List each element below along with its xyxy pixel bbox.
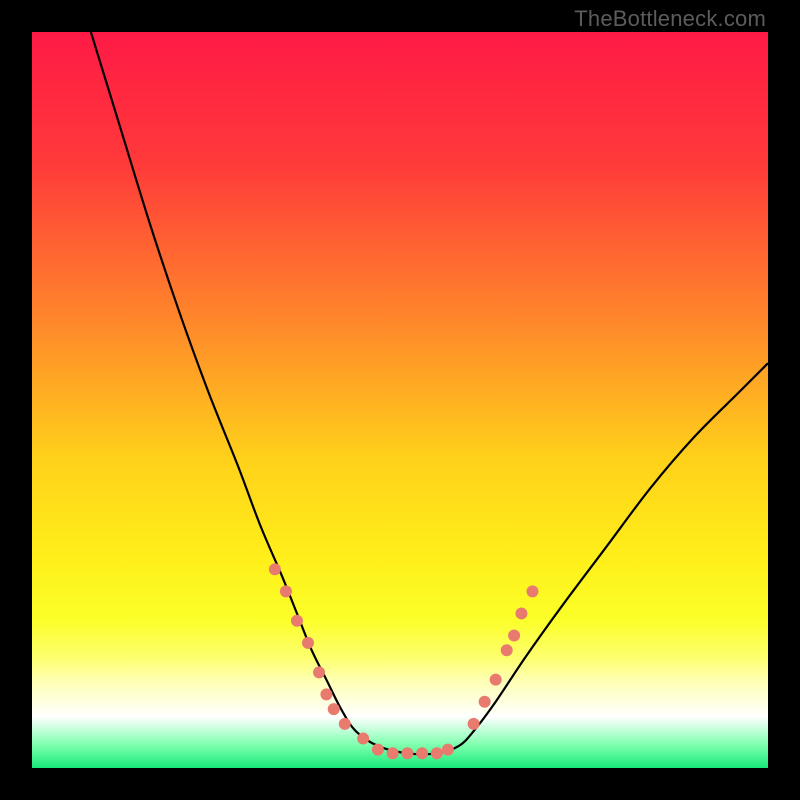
marker-dot xyxy=(401,747,413,759)
marker-dot xyxy=(387,747,399,759)
chart-frame xyxy=(32,32,768,768)
marker-dot xyxy=(526,585,538,597)
plot-area xyxy=(32,32,768,768)
marker-dot xyxy=(357,733,369,745)
marker-dot xyxy=(501,644,513,656)
watermark-text: TheBottleneck.com xyxy=(574,6,766,32)
marker-dot xyxy=(431,747,443,759)
marker-dot xyxy=(442,744,454,756)
marker-dot xyxy=(269,563,281,575)
gradient-background xyxy=(32,32,768,768)
marker-dot xyxy=(508,630,520,642)
marker-dot xyxy=(490,674,502,686)
marker-dot xyxy=(416,747,428,759)
marker-dot xyxy=(328,703,340,715)
marker-dot xyxy=(339,718,351,730)
marker-dot xyxy=(479,696,491,708)
marker-dot xyxy=(372,744,384,756)
marker-dot xyxy=(302,637,314,649)
marker-dot xyxy=(291,615,303,627)
marker-dot xyxy=(313,666,325,678)
marker-dot xyxy=(468,718,480,730)
chart-svg xyxy=(32,32,768,768)
marker-dot xyxy=(320,688,332,700)
marker-dot xyxy=(280,585,292,597)
marker-dot xyxy=(515,607,527,619)
